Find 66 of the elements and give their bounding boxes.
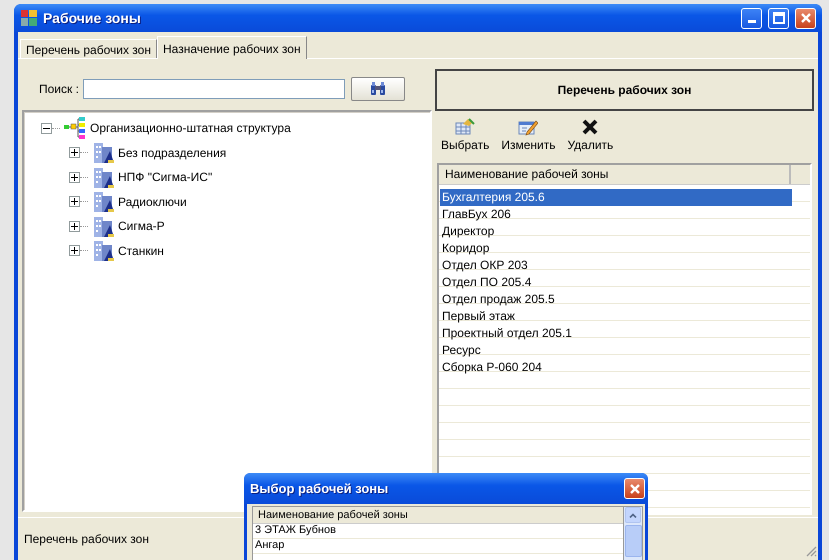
pencil-icon (518, 118, 538, 136)
expand-toggle[interactable] (69, 245, 80, 256)
expand-toggle[interactable] (69, 172, 80, 183)
scroll-up-button[interactable] (625, 507, 641, 523)
dialog-title: Выбор рабочей зоны (250, 481, 390, 496)
plus-icon (71, 222, 78, 230)
list-row[interactable]: Бухгалтерия 205.6 (440, 189, 792, 206)
list-row[interactable]: Ангар (253, 539, 623, 554)
caret-up-icon (629, 512, 637, 518)
close-icon (628, 482, 640, 494)
list-row[interactable]: Отдел продаж 205.5 (440, 291, 792, 308)
search-label: Поиск : (39, 82, 79, 96)
expand-toggle[interactable] (69, 220, 80, 232)
table-icon (455, 118, 476, 136)
org-chart-icon (64, 117, 86, 140)
delete-icon (580, 118, 600, 136)
tab[interactable]: Перечень рабочих зон (20, 39, 157, 58)
scroll-thumb[interactable] (624, 525, 642, 557)
list-row[interactable]: Сборка Р-060 204 (440, 359, 792, 376)
expand-toggle[interactable] (69, 147, 80, 158)
resize-grip-icon[interactable] (805, 545, 817, 557)
window-title: Рабочие зоны (43, 10, 142, 26)
find-button[interactable] (350, 77, 405, 101)
toolbar-button[interactable]: Изменить (499, 118, 558, 157)
search-field[interactable] (82, 79, 345, 99)
minimize-icon (748, 20, 756, 23)
list-row[interactable]: Директор (440, 223, 792, 240)
maximize-button[interactable] (768, 8, 789, 28)
expand-toggle[interactable] (69, 196, 80, 208)
tree-item[interactable]: Сигма-Р (118, 219, 165, 234)
binoculars-icon (370, 82, 386, 96)
list-row[interactable]: Проектный отдел 205.1 (440, 325, 792, 342)
building-icon (92, 214, 114, 238)
close-button[interactable] (624, 478, 645, 499)
plus-icon (71, 198, 78, 206)
list-row[interactable]: ГлавБух 206 (440, 206, 792, 223)
collapse-toggle[interactable] (41, 122, 52, 134)
list-row[interactable]: Первый этаж (440, 308, 792, 325)
list-row[interactable]: 3 ЭТАЖ Бубнов (253, 524, 623, 539)
list-row[interactable]: Отдел ПО 205.4 (440, 274, 792, 291)
tree-item[interactable]: Радиоключи (118, 194, 187, 209)
list-row[interactable]: Отдел ОКР 203 (440, 257, 792, 274)
list-row[interactable]: Ресурс (440, 342, 792, 359)
plus-icon (71, 174, 78, 181)
plus-icon (71, 247, 78, 254)
tab[interactable]: Назначение рабочих зон (156, 36, 307, 59)
list-row[interactable]: Коридор (440, 240, 792, 257)
building-icon (92, 239, 114, 262)
scrollbar[interactable] (623, 506, 643, 560)
app-icon (21, 10, 37, 26)
toolbar-button[interactable]: Удалить (565, 118, 616, 157)
building-icon (92, 190, 114, 214)
close-button[interactable] (795, 8, 816, 28)
tree-item[interactable]: Организационно-штатная структура (90, 121, 291, 136)
maximize-icon (772, 12, 784, 24)
tree-item[interactable]: НПФ "Сигма-ИС" (118, 170, 212, 184)
minimize-button[interactable] (741, 8, 762, 28)
close-icon (800, 12, 812, 24)
tree-item[interactable]: Без подразделения (118, 146, 226, 160)
plus-icon (71, 149, 78, 156)
column-header[interactable]: Наименование рабочей зоны (253, 507, 623, 524)
toolbar-button[interactable]: Выбрать (439, 118, 492, 157)
building-icon (92, 166, 114, 189)
building-icon (92, 141, 114, 164)
panel-title: Перечень рабочих зон (435, 69, 814, 111)
tree-item[interactable]: Станкин (118, 244, 164, 258)
